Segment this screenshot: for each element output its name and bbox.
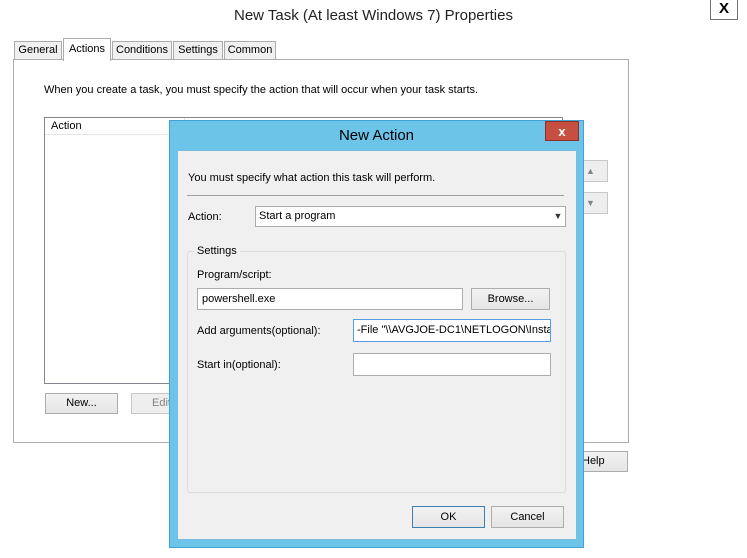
ok-button[interactable]: OK: [412, 506, 485, 528]
edit-action-button[interactable]: Edit: [131, 393, 171, 414]
window-title: New Task (At least Windows 7) Properties: [234, 7, 513, 24]
arguments-label: Add arguments(optional):: [197, 325, 321, 337]
dialog-separator: [187, 195, 564, 196]
arguments-input[interactable]: -File "\\AVGJOE-DC1\NETLOGON\Install: [353, 319, 551, 342]
action-column-header[interactable]: Action: [45, 118, 185, 135]
tab-general[interactable]: General: [14, 41, 62, 60]
browse-button[interactable]: Browse...: [471, 288, 550, 310]
tab-common[interactable]: Common: [224, 41, 276, 60]
actions-intro-text: When you create a task, you must specify…: [44, 84, 479, 96]
start-in-input[interactable]: [353, 353, 551, 376]
action-type-select[interactable]: Start a program: [255, 206, 566, 227]
start-in-label: Start in(optional):: [197, 359, 281, 371]
cancel-button[interactable]: Cancel: [491, 506, 564, 528]
chevron-down-icon[interactable]: ▼: [551, 206, 565, 227]
program-script-input[interactable]: powershell.exe: [197, 288, 463, 310]
tab-settings[interactable]: Settings: [173, 41, 223, 60]
dialog-title: New Action: [338, 127, 415, 144]
action-type-label: Action:: [188, 211, 222, 223]
program-script-label: Program/script:: [197, 269, 272, 281]
dialog-close-button[interactable]: x: [545, 121, 579, 141]
new-action-button[interactable]: New...: [45, 393, 118, 414]
dialog-instruction-text: You must specify what action this task w…: [188, 172, 436, 184]
window-close-button[interactable]: X: [710, 0, 738, 20]
tab-actions[interactable]: Actions: [63, 38, 111, 61]
triangle-down-icon: ▼: [586, 198, 595, 208]
triangle-up-icon: ▲: [586, 166, 595, 176]
tab-conditions[interactable]: Conditions: [112, 41, 172, 60]
settings-group-legend: Settings: [194, 245, 240, 257]
